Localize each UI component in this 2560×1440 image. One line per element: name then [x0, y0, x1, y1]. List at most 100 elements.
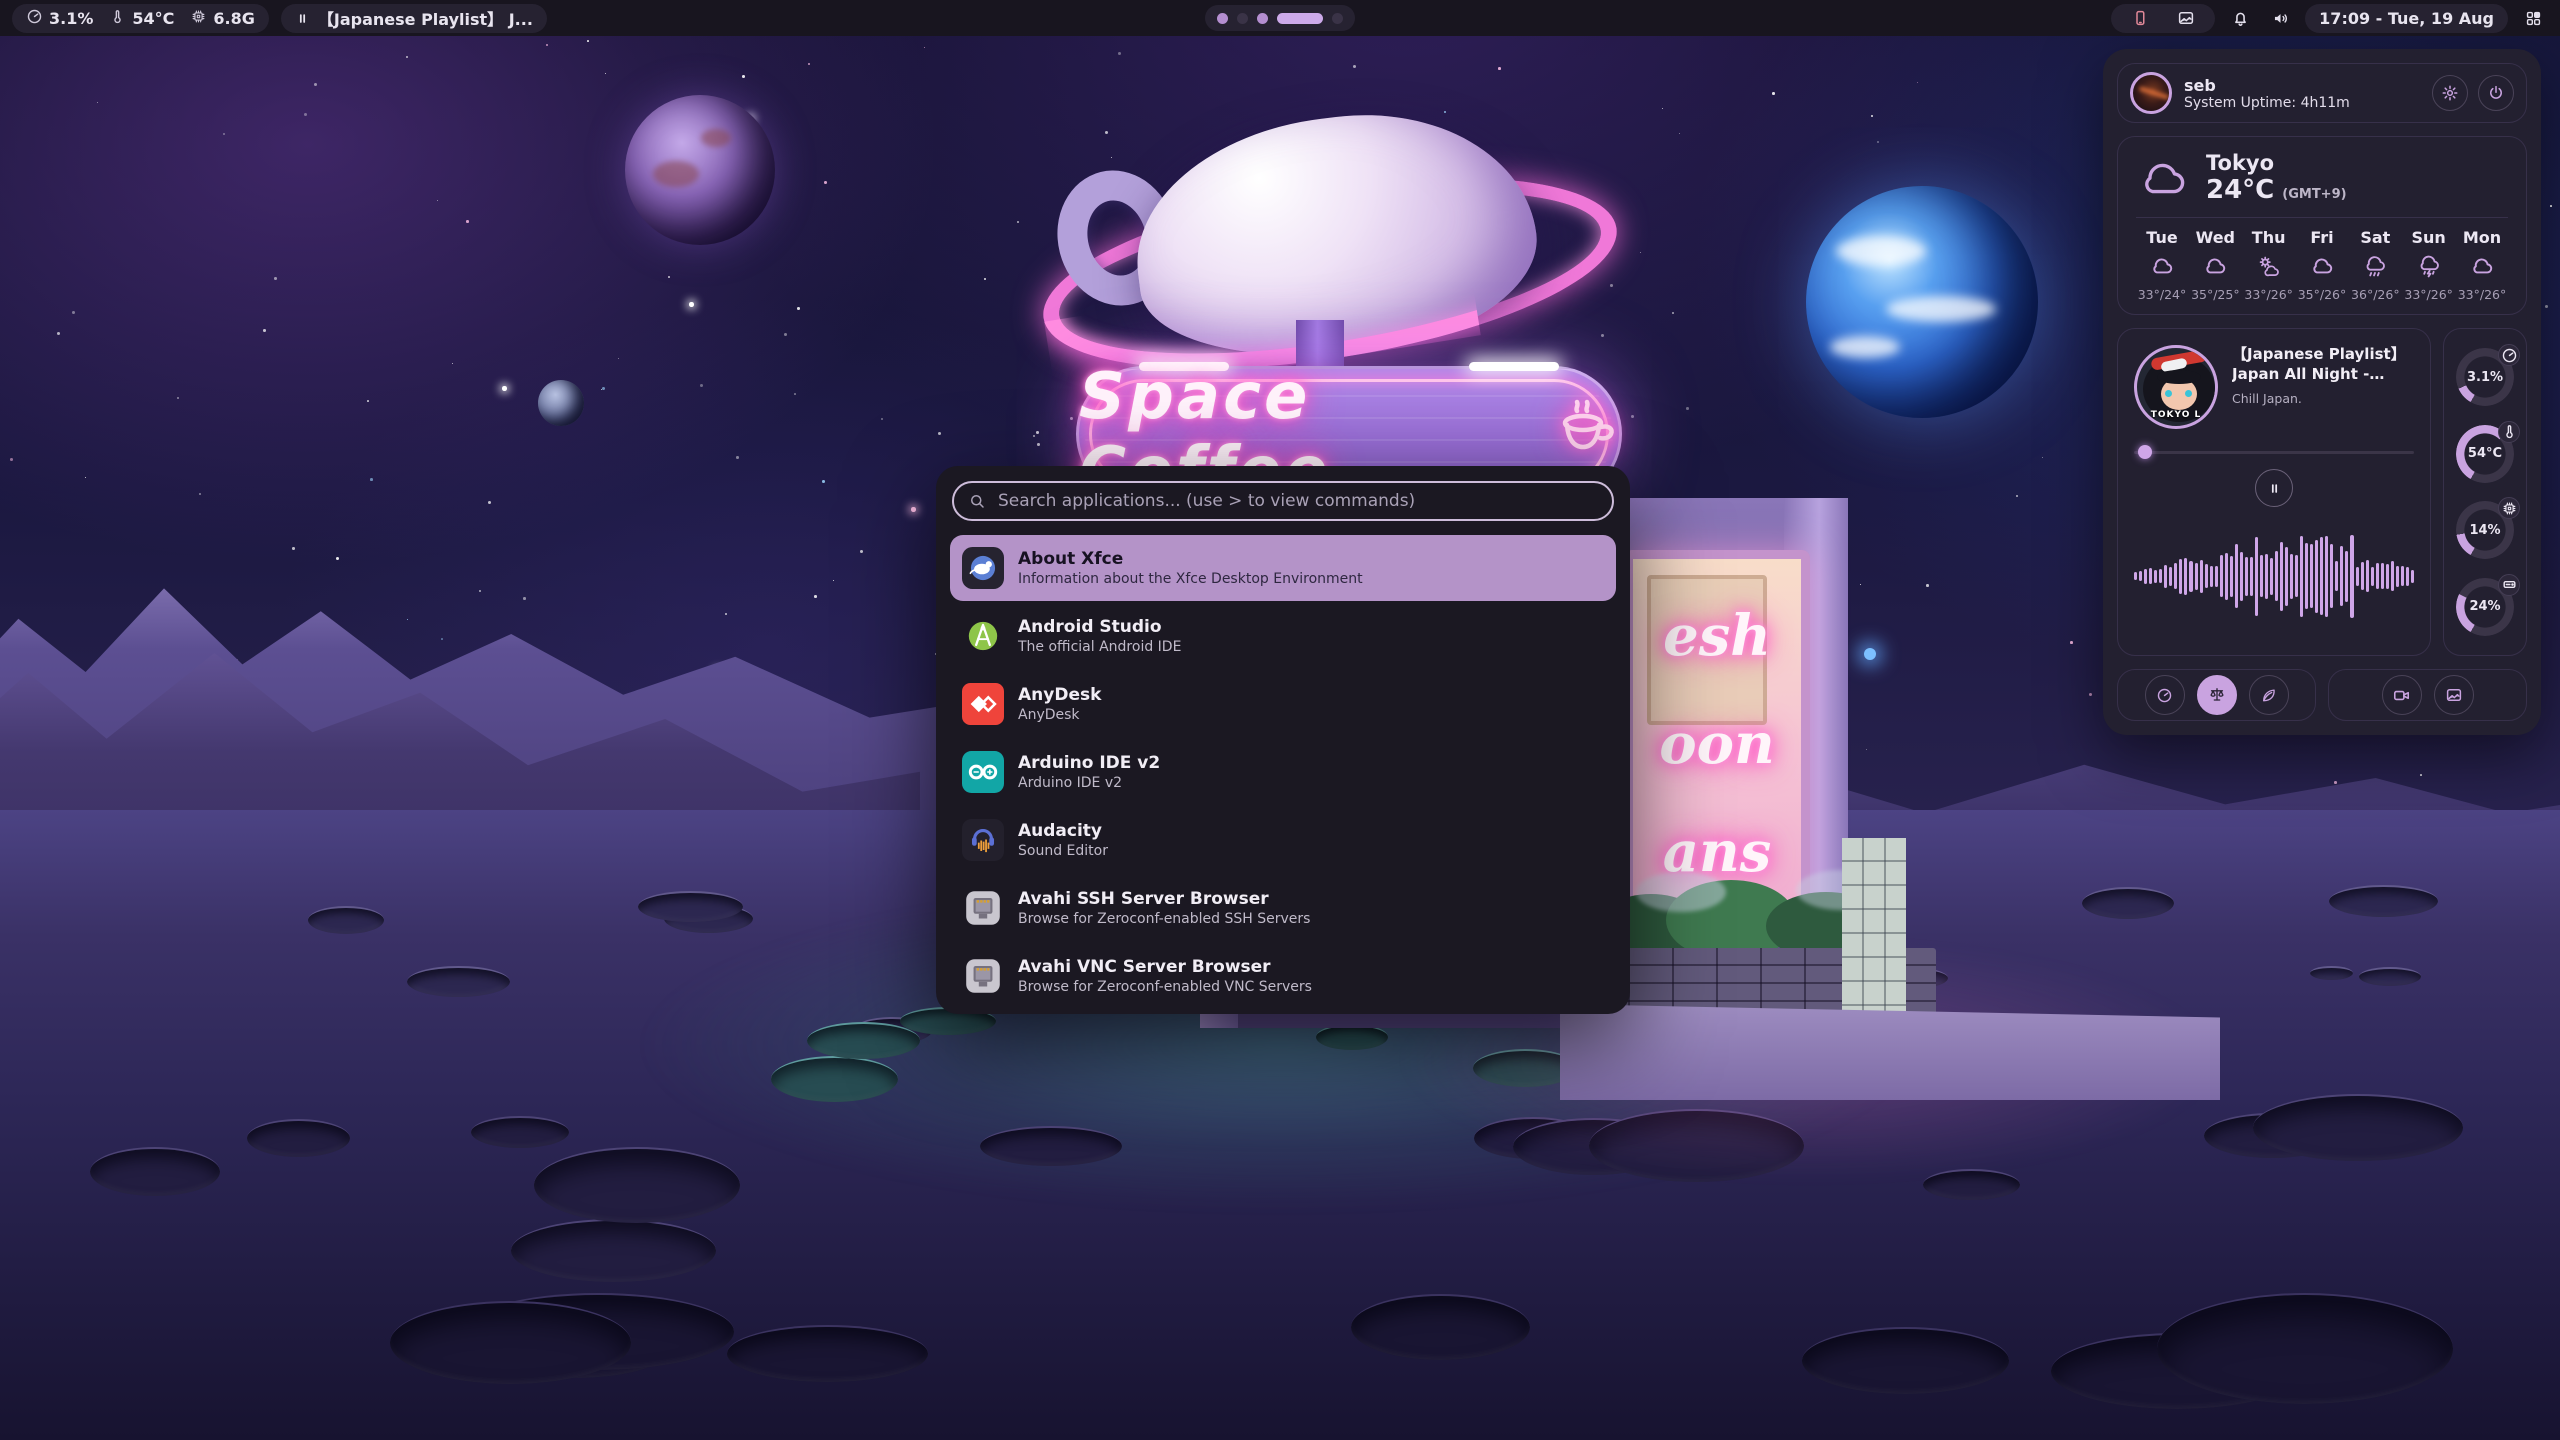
forecast-temps: 33°/26° [2404, 287, 2453, 302]
app-grid-icon[interactable] [2518, 3, 2548, 33]
system-gauge: 14% [2456, 501, 2514, 559]
track-artist: Chill Japan. [2232, 391, 2414, 406]
weather-city: Tokyo [2206, 151, 2347, 175]
bright-star [1864, 648, 1876, 660]
forecast-temps: 33°/24° [2138, 287, 2187, 302]
workspace-dot[interactable] [1277, 13, 1323, 24]
app-name: Avahi SSH Server Browser [1018, 888, 1310, 910]
weather-cloud-icon [2136, 151, 2190, 205]
sidewalk [1560, 1004, 2220, 1100]
workspace-dot[interactable] [1332, 13, 1343, 24]
stat-icon [109, 8, 126, 29]
forecast-day-label: Sat [2360, 228, 2390, 247]
forecast-day: Thu 33°/26° [2243, 228, 2295, 302]
app-list-item[interactable]: Audacity Sound Editor [950, 807, 1616, 873]
weather-forecast: Tue 33°/24° Wed 35°/25° Thu 33°/26° Fri [2136, 228, 2508, 302]
user-card: seb System Uptime: 4h11m [2117, 63, 2527, 123]
app-launcher: About Xfce Information about the Xfce De… [936, 466, 1630, 1014]
forecast-day: Sat 36°/26° [2349, 228, 2401, 302]
app-description: The official Android IDE [1018, 638, 1181, 656]
control-panel: seb System Uptime: 4h11m Tokyo 24°C (GMT… [2103, 49, 2541, 735]
weather-card: Tokyo 24°C (GMT+9) Tue 33°/24° Wed [2117, 136, 2527, 315]
search-bar[interactable] [952, 481, 1614, 521]
app-description: Arduino IDE v2 [1018, 774, 1160, 792]
forecast-day-label: Sun [2411, 228, 2445, 247]
volume-icon[interactable] [2265, 3, 2295, 33]
pause-icon [295, 11, 310, 26]
workspace-indicator[interactable] [1205, 5, 1355, 31]
forecast-weather-icon [2256, 254, 2282, 280]
wallpaper-icon[interactable] [2171, 3, 2201, 33]
track-progress-bar[interactable] [2134, 445, 2414, 459]
system-gauge: 24% [2456, 578, 2514, 636]
app-icon [962, 615, 1004, 657]
power-profile-group [2117, 669, 2316, 721]
app-description: Browse for Zeroconf-enabled VNC Servers [1018, 978, 1312, 996]
gauge-icon [2498, 344, 2520, 366]
pause-button[interactable] [2255, 469, 2293, 507]
capture-button[interactable] [2434, 675, 2474, 715]
forecast-temps: 36°/26° [2351, 287, 2400, 302]
capture-icon [2392, 686, 2411, 705]
clock-pill[interactable]: 17:09 - Tue, 19 Aug [2305, 4, 2508, 33]
cafe-window: eshoonans [1624, 550, 1810, 922]
music-pill[interactable]: 【Japanese Playlist】 J... [281, 4, 547, 33]
power-profile-button[interactable] [2145, 675, 2185, 715]
system-stats-pill: 3.1% 54°C 6.8G [12, 4, 269, 33]
settings-button[interactable] [2432, 75, 2468, 111]
app-name: Android Studio [1018, 616, 1181, 638]
forecast-day-label: Thu [2252, 228, 2286, 247]
earth [1806, 186, 2038, 418]
workspace-dot[interactable] [1217, 13, 1228, 24]
search-input[interactable] [996, 490, 1598, 512]
profile-icon [2156, 687, 2173, 704]
app-list-item[interactable]: Avahi VNC Server Browser Browse for Zero… [950, 943, 1616, 1009]
forecast-day: Tue 33°/24° [2136, 228, 2188, 302]
app-name: About Xfce [1018, 548, 1363, 570]
window-neon-text: esh [1633, 603, 1801, 669]
app-list-item[interactable]: Avahi SSH Server Browser Browse for Zero… [950, 875, 1616, 941]
notifications-bell-icon[interactable] [2225, 3, 2255, 33]
tile-pillar [1842, 838, 1906, 1024]
app-icon [962, 819, 1004, 861]
forecast-weather-icon [2202, 254, 2228, 280]
capture-button[interactable] [2382, 675, 2422, 715]
app-list-item[interactable]: Android Studio The official Android IDE [950, 603, 1616, 669]
forecast-weather-icon [2416, 254, 2442, 280]
progress-knob[interactable] [2138, 445, 2152, 459]
app-list-item[interactable]: AnyDesk AnyDesk [950, 671, 1616, 737]
system-gauge: 3.1% [2456, 348, 2514, 406]
app-list-item[interactable]: Arduino IDE v2 Arduino IDE v2 [950, 739, 1616, 805]
workspace-dot[interactable] [1237, 13, 1248, 24]
audio-visualizer [2134, 513, 2414, 639]
album-art: TOKYO L [2134, 345, 2218, 429]
app-icon [962, 887, 1004, 929]
system-gauge: 54°C [2456, 425, 2514, 483]
forecast-weather-icon [2362, 254, 2388, 280]
gauge-icon [2498, 497, 2520, 519]
app-list-item[interactable]: About Xfce Information about the Xfce De… [950, 535, 1616, 601]
forecast-temps: 33°/26° [2244, 287, 2293, 302]
app-description: Information about the Xfce Desktop Envir… [1018, 570, 1363, 588]
music-player-card: TOKYO L 【Japanese Playlist】 Japan All Ni… [2117, 328, 2431, 656]
avatar [2130, 72, 2172, 114]
window-neon-text: oon [1633, 711, 1801, 777]
forecast-weather-icon [2469, 254, 2495, 280]
forecast-day-label: Mon [2463, 228, 2501, 247]
clock: 17:09 - Tue, 19 Aug [2319, 9, 2494, 28]
forecast-day: Fri 35°/26° [2296, 228, 2348, 302]
workspace-dot[interactable] [1257, 13, 1268, 24]
power-profile-button[interactable] [2197, 675, 2237, 715]
top-bar: 3.1% 54°C 6.8G 【Japanese Playlist】 J... [0, 0, 2560, 36]
power-button[interactable] [2478, 75, 2514, 111]
capture-group [2328, 669, 2527, 721]
app-name: AnyDesk [1018, 684, 1101, 706]
system-stat: 54°C [109, 8, 174, 29]
desktop: eshoonans [0, 0, 2560, 1440]
phone-icon[interactable] [2125, 3, 2155, 33]
forecast-weather-icon [2309, 254, 2335, 280]
power-profile-button[interactable] [2249, 675, 2289, 715]
forecast-temps: 35°/25° [2191, 287, 2240, 302]
app-name: Avahi VNC Server Browser [1018, 956, 1312, 978]
tray-pill [2111, 4, 2215, 33]
